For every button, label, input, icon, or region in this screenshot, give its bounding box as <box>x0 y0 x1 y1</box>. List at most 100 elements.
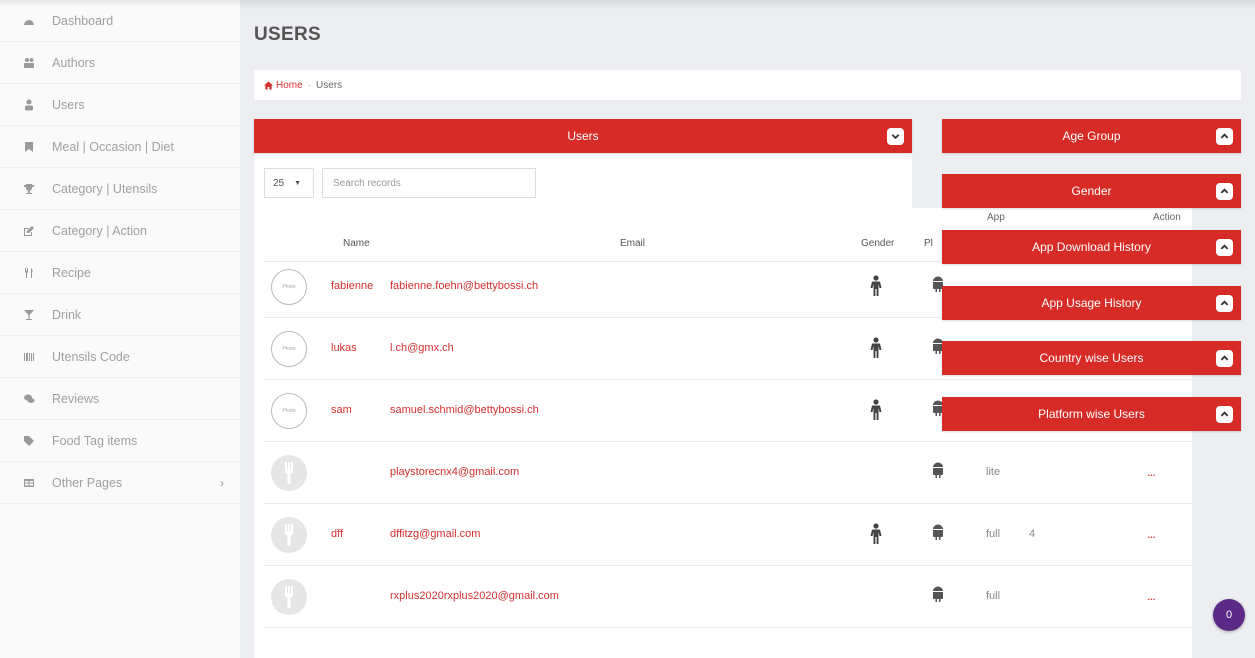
row-actions-button[interactable]: ... <box>1147 464 1156 479</box>
chevron-up-icon <box>1220 355 1229 361</box>
row-actions-button[interactable]: ... <box>1147 588 1156 603</box>
sidebar-item-category-utensils[interactable]: Category | Utensils <box>0 168 240 210</box>
barcode-icon <box>22 350 36 364</box>
table-icon <box>22 476 36 490</box>
collapse-toggle-button[interactable] <box>1216 350 1233 367</box>
panel-title: App Download History <box>1032 240 1151 254</box>
column-header-name[interactable]: Name <box>343 238 370 249</box>
male-icon <box>869 275 883 297</box>
cutlery-icon <box>22 266 36 280</box>
app-version: 4 <box>1029 528 1036 540</box>
age-group-panel-header: Age Group <box>942 119 1241 153</box>
default-avatar-icon <box>285 524 293 546</box>
male-icon <box>869 399 883 421</box>
column-header-platform[interactable]: Pl <box>924 238 933 249</box>
user-email[interactable]: l.ch@gmx.ch <box>390 342 454 354</box>
collapse-toggle-button[interactable] <box>1216 128 1233 145</box>
chevron-up-icon <box>1220 188 1229 194</box>
default-avatar-icon <box>285 462 293 484</box>
app-type: full <box>986 590 1001 602</box>
edit-icon <box>22 224 36 238</box>
user-name[interactable]: dff <box>331 528 343 540</box>
table-row[interactable]: rxplus2020rxplus2020@gmail.com full ... <box>264 566 1192 628</box>
main-top-shadow <box>240 0 1255 10</box>
avatar <box>271 455 307 491</box>
column-header-email[interactable]: Email <box>620 238 645 249</box>
chevron-right-icon: › <box>220 475 224 490</box>
sidebar: Dashboard Authors Users Meal | Occasion … <box>0 0 240 658</box>
column-header-action: Action <box>1153 212 1181 223</box>
app-usage-history-panel-header: App Usage History <box>942 286 1241 320</box>
country-wise-users-panel-header: Country wise Users <box>942 341 1241 375</box>
chevron-up-icon <box>1220 411 1229 417</box>
sidebar-item-label: Category | Utensils <box>52 181 158 196</box>
app-type: lite <box>986 466 1001 478</box>
user-email[interactable]: samuel.schmid@bettybossi.ch <box>390 404 539 416</box>
user-name[interactable]: lukas <box>331 342 357 354</box>
collapse-toggle-button[interactable] <box>1216 183 1233 200</box>
sidebar-item-drink[interactable]: Drink <box>0 294 240 336</box>
row-actions-button[interactable]: ... <box>1147 526 1156 541</box>
gender-panel-header: Gender <box>942 174 1241 208</box>
caret-down-icon: ▼ <box>294 179 302 187</box>
page-title: USERS <box>254 24 321 45</box>
breadcrumb-home[interactable]: Home <box>264 80 303 91</box>
page-length-value: 25 <box>273 177 285 189</box>
bookmark-icon <box>22 140 36 154</box>
avatar <box>271 517 307 553</box>
android-icon <box>931 586 945 602</box>
sidebar-item-reviews[interactable]: Reviews <box>0 378 240 420</box>
sidebar-item-label: Category | Action <box>52 223 147 238</box>
table-row[interactable]: dff dffitzg@gmail.com full 4 ... <box>264 504 1192 566</box>
sidebar-item-label: Other Pages <box>52 475 123 490</box>
column-header-gender[interactable]: Gender <box>861 238 894 249</box>
search-input[interactable]: Search records <box>322 168 536 198</box>
user-email[interactable]: dffitzg@gmail.com <box>390 528 480 540</box>
chevron-up-icon <box>1220 300 1229 306</box>
breadcrumb-current: Users <box>316 79 343 91</box>
avatar: Photo <box>271 331 307 367</box>
sidebar-item-label: Authors <box>52 55 96 70</box>
user-name[interactable]: sam <box>331 404 352 416</box>
column-header-app: App <box>987 212 1005 223</box>
user-icon <box>22 98 36 112</box>
notification-badge[interactable]: 0 <box>1213 599 1245 631</box>
user-email[interactable]: fabienne.foehn@bettybossi.ch <box>390 280 538 292</box>
authors-icon <box>22 56 36 70</box>
platform-wise-users-panel-header: Platform wise Users <box>942 397 1241 431</box>
table-row[interactable]: playstorecnx4@gmail.com lite ... <box>264 442 1192 504</box>
male-icon <box>869 337 883 359</box>
sidebar-item-utensils-code[interactable]: Utensils Code <box>0 336 240 378</box>
avatar: Photo <box>271 269 307 305</box>
page-length-select[interactable]: 25 ▼ <box>264 168 314 198</box>
collapse-toggle-button[interactable] <box>1216 239 1233 256</box>
sidebar-item-other-pages[interactable]: Other Pages › <box>0 462 240 504</box>
trophy-icon <box>22 182 36 196</box>
default-avatar-icon <box>285 586 293 608</box>
sidebar-item-label: Meal | Occasion | Diet <box>52 139 174 154</box>
user-email[interactable]: rxplus2020rxplus2020@gmail.com <box>390 590 559 602</box>
sidebar-item-label: Utensils Code <box>52 349 130 364</box>
collapse-toggle-button[interactable] <box>1216 295 1233 312</box>
sidebar-item-category-action[interactable]: Category | Action <box>0 210 240 252</box>
chevron-up-icon <box>1220 244 1229 250</box>
avatar <box>271 579 307 615</box>
sidebar-item-label: Reviews <box>52 391 100 406</box>
panel-title: Gender <box>1071 184 1112 198</box>
sidebar-item-meal-occasion-diet[interactable]: Meal | Occasion | Diet <box>0 126 240 168</box>
user-name[interactable]: fabienne <box>331 280 373 292</box>
breadcrumb-home-label: Home <box>276 79 303 91</box>
sidebar-item-food-tag-items[interactable]: Food Tag items <box>0 420 240 462</box>
chevron-down-icon <box>891 134 900 140</box>
sidebar-item-users[interactable]: Users <box>0 84 240 126</box>
collapse-toggle-button[interactable] <box>887 128 904 145</box>
male-icon <box>869 523 883 545</box>
panel-title: App Usage History <box>1041 296 1142 310</box>
collapse-toggle-button[interactable] <box>1216 406 1233 423</box>
sidebar-item-dashboard[interactable]: Dashboard <box>0 0 240 42</box>
sidebar-item-recipe[interactable]: Recipe <box>0 252 240 294</box>
sidebar-item-authors[interactable]: Authors <box>0 42 240 84</box>
comments-icon <box>22 392 36 406</box>
user-email[interactable]: playstorecnx4@gmail.com <box>390 466 519 478</box>
sidebar-item-label: Dashboard <box>52 13 114 28</box>
